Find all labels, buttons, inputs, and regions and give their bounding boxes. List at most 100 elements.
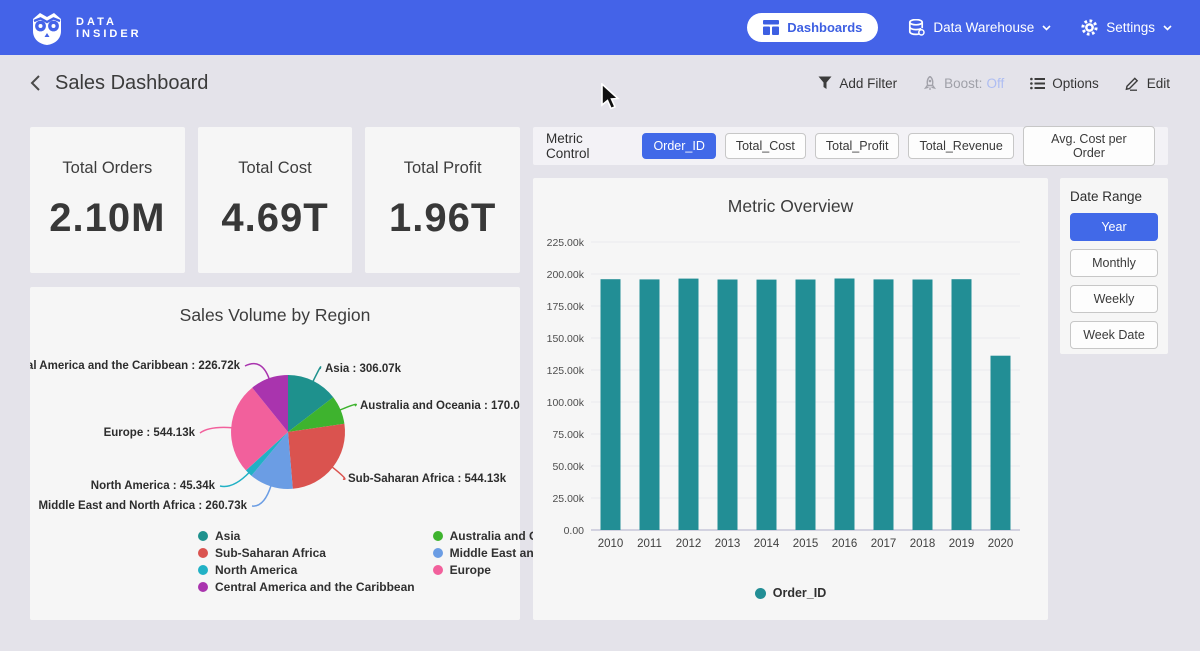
pie-slice-sub-saharan-africa[interactable] xyxy=(288,424,345,489)
date-range-button-week-date[interactable]: Week Date xyxy=(1070,321,1158,349)
legend-label: North America xyxy=(215,563,297,577)
brand-line1: DATA xyxy=(76,16,142,28)
nav-data-warehouse-label: Data Warehouse xyxy=(933,20,1034,35)
title-bar: Sales Dashboard Add Filter Boost: Off xyxy=(0,55,1200,111)
x-axis-tick-label: 2011 xyxy=(637,538,662,550)
legend-item-sub-saharan-africa[interactable]: Sub-Saharan Africa xyxy=(198,544,415,561)
boost-label: Boost: xyxy=(944,76,982,91)
pie-chart-card: Asia : 306.07k Australia and Oceania : 17… xyxy=(30,287,520,620)
legend-dot xyxy=(198,565,208,575)
legend-item-north-america[interactable]: North America xyxy=(198,561,415,578)
legend-item-asia[interactable]: Asia xyxy=(198,527,415,544)
x-axis-tick-label: 2010 xyxy=(598,538,624,550)
chevron-down-icon xyxy=(1042,25,1051,31)
kpi-label: Total Profit xyxy=(404,159,482,178)
legend-item-central-america-and-the-caribbean[interactable]: Central America and the Caribbean xyxy=(198,578,415,595)
top-nav: DATA INSIDER Dashboards Data Warehouse xyxy=(0,0,1200,55)
date-range-button-year[interactable]: Year xyxy=(1070,213,1158,241)
legend-dot xyxy=(433,548,443,558)
metric-button-total-cost[interactable]: Total_Cost xyxy=(725,133,806,159)
x-axis-tick-label: 2017 xyxy=(871,538,897,550)
legend-dot xyxy=(198,582,208,592)
rocket-icon xyxy=(923,76,937,91)
metric-control-label: Metric Control xyxy=(546,131,629,161)
legend-label: Order_ID xyxy=(773,586,827,600)
pie-leader-line xyxy=(200,427,232,433)
pie-slice-label: Middle East and North Africa : 260.73k xyxy=(38,500,247,512)
kpi-value: 4.69T xyxy=(221,196,328,241)
metric-button-total-revenue[interactable]: Total_Revenue xyxy=(908,133,1013,159)
pencil-icon xyxy=(1125,76,1140,91)
boost-toggle[interactable]: Boost: Off xyxy=(923,76,1004,91)
y-axis-tick-label: 25.00k xyxy=(552,493,584,505)
pie-leader-line xyxy=(313,367,321,382)
bar-order-id-2012[interactable] xyxy=(679,279,699,530)
nav-settings[interactable]: Settings xyxy=(1081,19,1172,36)
edit-label: Edit xyxy=(1147,76,1170,91)
chevron-left-icon[interactable] xyxy=(30,74,41,92)
y-axis-tick-label: 125.00k xyxy=(547,365,585,377)
bar-order-id-2015[interactable] xyxy=(796,280,816,531)
y-axis-tick-label: 225.00k xyxy=(547,237,585,249)
legend-label: Europe xyxy=(450,563,491,577)
options-button[interactable]: Options xyxy=(1030,76,1099,91)
chevron-down-icon xyxy=(1163,25,1172,31)
database-icon xyxy=(908,19,925,36)
bar-chart-title: Metric Overview xyxy=(533,196,1048,217)
legend-dot xyxy=(433,565,443,575)
y-axis-tick-label: 75.00k xyxy=(552,429,584,441)
y-axis-tick-label: 100.00k xyxy=(547,397,585,409)
owl-logo-icon xyxy=(28,9,66,47)
bar-order-id-2017[interactable] xyxy=(874,279,894,530)
edit-button[interactable]: Edit xyxy=(1125,76,1170,91)
options-label: Options xyxy=(1052,76,1099,91)
x-axis-tick-label: 2012 xyxy=(676,538,702,550)
date-range-button-monthly[interactable]: Monthly xyxy=(1070,249,1158,277)
x-axis-tick-label: 2019 xyxy=(949,538,975,550)
nav-dashboards-button[interactable]: Dashboards xyxy=(747,13,878,42)
dashboard-grid-icon xyxy=(763,20,779,35)
pie-slice-label: Sub-Saharan Africa : 544.13k xyxy=(348,473,507,485)
bar-order-id-2016[interactable] xyxy=(835,279,855,531)
kpi-label: Total Orders xyxy=(62,159,152,178)
bar-order-id-2019[interactable] xyxy=(952,279,972,530)
pie-leader-line xyxy=(340,404,357,410)
kpi-card-total-profit: Total Profit1.96T xyxy=(365,127,520,273)
bar-chart: 0.00 25.00k 50.00k 75.00k 100.00k 125.00k 150.… xyxy=(543,230,1038,560)
pie-slice-label: Central America and the Caribbean : 226.… xyxy=(30,360,241,372)
date-range-button-weekly[interactable]: Weekly xyxy=(1070,285,1158,313)
brand: DATA INSIDER xyxy=(28,9,142,47)
metric-button-total-profit[interactable]: Total_Profit xyxy=(815,133,900,159)
pie-chart-title: Sales Volume by Region xyxy=(30,305,520,326)
x-axis-tick-label: 2013 xyxy=(715,538,741,550)
add-filter-button[interactable]: Add Filter xyxy=(818,76,897,91)
y-axis-tick-label: 150.00k xyxy=(547,333,585,345)
pie-slice-label: Asia : 306.07k xyxy=(325,363,402,375)
bar-order-id-2014[interactable] xyxy=(757,280,777,530)
metric-button-avg-cost-per-order[interactable]: Avg. Cost per Order xyxy=(1023,126,1155,166)
kpi-row: Total Orders2.10MTotal Cost4.69TTotal Pr… xyxy=(30,127,520,273)
funnel-icon xyxy=(818,76,832,90)
legend-item-order-id[interactable]: Order_ID xyxy=(755,586,827,600)
bar-order-id-2018[interactable] xyxy=(913,280,933,531)
y-axis-tick-label: 200.00k xyxy=(547,269,585,281)
bar-order-id-2013[interactable] xyxy=(718,280,738,531)
bar-order-id-2011[interactable] xyxy=(640,279,660,530)
legend-dot xyxy=(755,588,766,599)
y-axis-tick-label: 50.00k xyxy=(552,461,584,473)
y-axis-tick-label: 0.00 xyxy=(564,525,585,537)
legend-label: Asia xyxy=(215,529,240,543)
nav-data-warehouse[interactable]: Data Warehouse xyxy=(908,19,1051,36)
pie-leader-line xyxy=(220,472,249,486)
list-icon xyxy=(1030,77,1045,90)
pie-leader-line xyxy=(245,364,269,380)
x-axis-tick-label: 2020 xyxy=(988,538,1014,550)
bar-legend: Order_ID xyxy=(533,586,1048,600)
pie-slice-label: Australia and Oceania : 170.04k xyxy=(360,400,520,412)
metric-button-order-id[interactable]: Order_ID xyxy=(642,133,715,159)
gear-icon xyxy=(1081,19,1098,36)
pie-slice-label: Europe : 544.13k xyxy=(104,427,196,439)
bar-order-id-2020[interactable] xyxy=(991,356,1011,530)
legend-label: Central America and the Caribbean xyxy=(215,580,415,594)
bar-order-id-2010[interactable] xyxy=(601,279,621,530)
